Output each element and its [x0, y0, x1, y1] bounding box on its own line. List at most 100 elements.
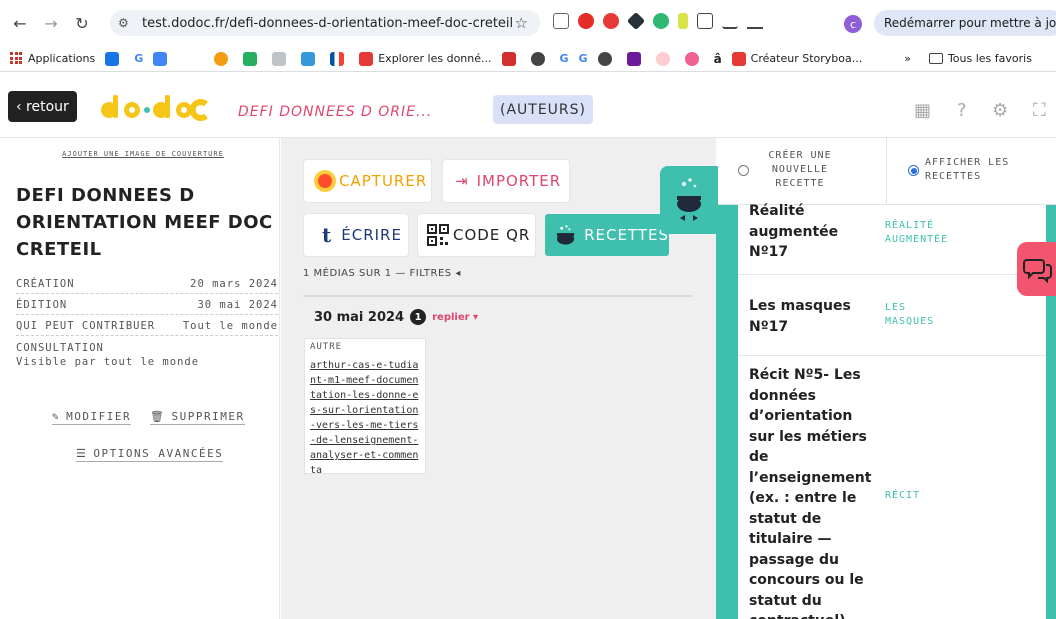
radio-unselected-icon [738, 165, 749, 176]
recipe-item[interactable]: Les masques Nº17 LES MASQUES [738, 276, 1046, 356]
apps-grid-icon [10, 52, 23, 65]
back-arrow-icon[interactable]: ← [9, 12, 31, 34]
bookmark-applications[interactable]: Applications [10, 52, 95, 65]
bookmark-star-icon[interactable]: ☆ [515, 14, 528, 32]
back-button[interactable]: ‹ retour [8, 91, 77, 122]
authors-mode-button[interactable]: (AUTEURS) [493, 95, 594, 124]
settings-gear-icon[interactable]: ⚙ [992, 100, 1008, 121]
modify-button[interactable]: ✎ MODIFIER [52, 410, 132, 425]
capture-button[interactable]: CAPTURER [304, 160, 431, 202]
app-header: ‹ retour DEFI DONNEES D ORIE... (AUTEURS… [0, 72, 1056, 138]
recipe-title: Réalité augmentée Nº17 [749, 203, 839, 260]
media-controls-icon[interactable] [722, 13, 738, 29]
divider [303, 295, 693, 297]
speech-bubbles-icon [1023, 259, 1052, 284]
record-icon [314, 170, 336, 192]
flask-extension-icon[interactable] [678, 13, 688, 29]
show-recipes-option[interactable]: AFFICHER LES RECETTES [908, 156, 1048, 184]
bookmark-icon-misc[interactable] [655, 51, 675, 66]
bookmark-storyboard[interactable]: Créateur Storyboa... [731, 51, 862, 66]
cauldron-icon [677, 178, 701, 221]
bookmark-icon-flag[interactable] [330, 51, 349, 66]
bookmark-icon-misc[interactable] [301, 51, 320, 66]
bookmark-icon-globe[interactable] [530, 51, 550, 66]
recipe-tag: LES MASQUES [885, 302, 935, 327]
toolbar-divider [886, 138, 887, 205]
date-label: 30 mai 2024 [314, 309, 405, 325]
opera-icon[interactable] [578, 13, 594, 29]
bookmark-icon-a[interactable]: â [714, 52, 722, 66]
meta-creation: CRÉATION 20 mars 2024 [16, 278, 278, 294]
recipes-button[interactable]: RECETTES [545, 214, 669, 256]
recipe-tag: RÉALITÉ AUGMENTÉE [885, 220, 949, 245]
forward-arrow-icon[interactable]: → [40, 12, 62, 34]
project-info-panel: AJOUTER UNE IMAGE DE COUVERTURE DEFI DON… [8, 138, 280, 619]
media-card[interactable]: AUTRE arthur-cas-e-tudiant-m1-meef-docum… [304, 338, 426, 474]
write-button[interactable]: t ÉCRIRE [304, 214, 408, 256]
bookmark-icon-misc[interactable] [243, 51, 262, 66]
import-arrow-icon: ⇥ [455, 172, 469, 190]
puzzle-icon[interactable] [697, 13, 713, 29]
address-bar[interactable]: ⚙ test.dodoc.fr/defi-donnees-d-orientati… [110, 10, 540, 36]
extensions-row [553, 11, 763, 31]
site-settings-icon[interactable]: ⚙ [118, 16, 134, 30]
import-button[interactable]: ⇥ IMPORTER [443, 160, 569, 202]
recipe-title: Les masques Nº17 [749, 298, 851, 335]
hexagon-extension-icon[interactable] [626, 11, 646, 31]
recipe-tag: RÉCIT [885, 490, 921, 501]
media-filters-toggle[interactable]: 1 MÉDIAS SUR 1 — FILTRES ◂ [303, 268, 461, 279]
trash-icon: 🗑 [150, 410, 166, 423]
chat-icon[interactable] [1017, 242, 1056, 296]
date-group-header: 30 mai 2024 1 replier ▾ [314, 309, 478, 325]
help-icon[interactable]: ? [957, 100, 967, 121]
dodoc-logo[interactable] [99, 92, 209, 129]
meta-contributors: QUI PEUT CONTRIBUER Tout le monde [16, 320, 278, 336]
bookmark-icon-google[interactable]: G [579, 52, 588, 65]
fullscreen-icon[interactable]: ⛶ [1033, 100, 1046, 121]
recipes-frame-left [716, 205, 738, 619]
text-t-icon: t [322, 223, 333, 247]
reader-icon[interactable] [553, 13, 569, 29]
bookmark-icon-misc[interactable] [214, 51, 233, 66]
green-extension-icon[interactable] [653, 13, 669, 29]
meta-consultation: CONSULTATION Visible par tout le monde [16, 342, 200, 368]
bookmark-icon-misc[interactable] [272, 51, 291, 66]
bookmark-all-favorites[interactable]: Tous les favoris [928, 52, 1032, 65]
reload-icon[interactable]: ↻ [71, 12, 93, 34]
qr-code-icon[interactable]: ▦ [914, 100, 931, 121]
bookmark-icon-v[interactable] [105, 51, 124, 66]
media-file-name[interactable]: arthur-cas-e-tudiant-m1-meef-documentati… [310, 358, 420, 473]
delete-button[interactable]: 🗑 SUPPRIMER [150, 410, 245, 425]
sliders-icon: ☰ [76, 447, 88, 460]
cauldron-icon [556, 225, 575, 245]
bookmark-icon-r[interactable] [501, 51, 521, 66]
bookmark-icon-google[interactable]: G [560, 52, 569, 65]
restart-update-button[interactable]: Redémarrer pour mettre à jour [874, 10, 1056, 36]
recipe-item[interactable]: Réalité augmentée Nº17 RÉALITÉ AUGMENTÉE [738, 203, 1046, 275]
fold-toggle[interactable]: replier ▾ [432, 312, 478, 323]
bookmark-icon-globe[interactable] [597, 51, 617, 66]
bookmark-icon-misc[interactable] [684, 51, 704, 66]
recipes-drawer-tab[interactable] [660, 166, 718, 234]
qr-code-button[interactable]: CODE QR [418, 214, 535, 256]
bookmark-icon-docs[interactable] [153, 51, 172, 66]
bookmarks-overflow[interactable]: » [904, 52, 911, 65]
bookmark-explorer-donnees[interactable]: Explorer les donné... [359, 51, 492, 66]
project-title: DEFI DONNEES D ORIE... [238, 104, 433, 120]
bookmark-icon-google[interactable]: G [134, 52, 143, 65]
media-type-label: AUTRE [310, 342, 343, 352]
url-text: test.dodoc.fr/defi-donnees-d-orientation… [142, 15, 514, 31]
bookmarks-bar: Applications G Explorer les donné... G G… [0, 46, 1056, 72]
media-panel: CAPTURER ⇥ IMPORTER t ÉCRIRE CODE QR REC… [281, 138, 716, 619]
create-recipe-option[interactable]: CRÉER UNE NOUVELLE RECETTE [738, 149, 888, 191]
add-cover-image-link[interactable]: AJOUTER UNE IMAGE DE COUVERTURE [8, 150, 278, 158]
bookmark-icon-n[interactable] [626, 51, 646, 66]
adblock-icon[interactable] [603, 13, 619, 29]
recipe-item[interactable]: Récit Nº5- Les données d’orientation sur… [738, 357, 1046, 619]
advanced-options-button[interactable]: ☰ OPTIONS AVANCÉES [76, 447, 224, 462]
profile-avatar[interactable]: c [844, 15, 862, 33]
pencil-icon: ✎ [52, 410, 61, 423]
radio-selected-icon [908, 165, 919, 176]
dodoc-logo-icon [101, 95, 208, 121]
download-icon[interactable] [747, 13, 763, 29]
